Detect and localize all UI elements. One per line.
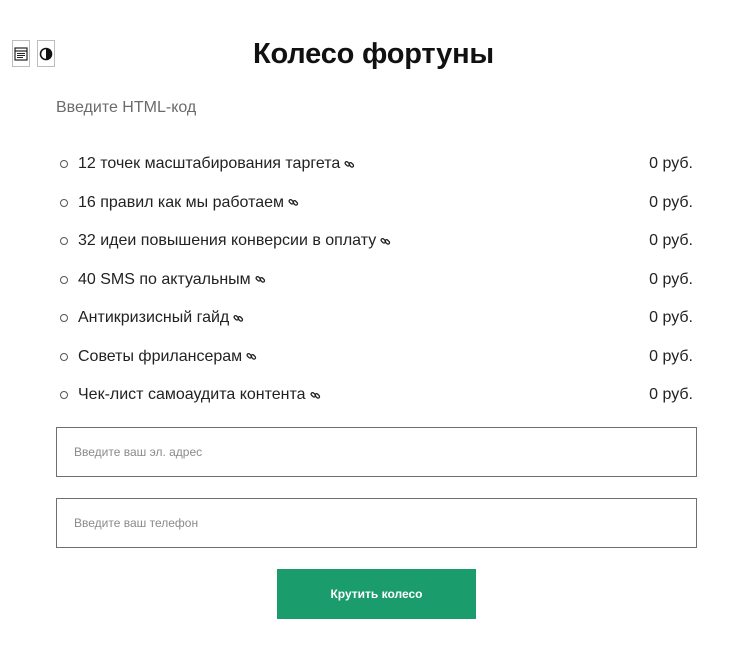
spin-wheel-button[interactable]: Крутить колесо [277,569,476,619]
product-name: 12 точек масштабирования таргета [78,155,341,173]
link-icon[interactable] [380,236,391,247]
product-name: Чек-лист самоаудита контента [78,386,306,404]
product-price: 0 руб. [649,155,693,173]
product-item[interactable]: 12 точек масштабирования таргета 0 руб. [56,145,696,184]
product-price: 0 руб. [649,386,693,404]
link-icon[interactable] [344,159,355,170]
product-radio[interactable] [60,237,68,246]
html-code-hint[interactable]: Введите HTML-код [56,99,196,117]
page-title: Колесо фортуны [253,38,494,70]
product-item[interactable]: 40 SMS по актуальным 0 руб. [56,261,696,300]
link-icon[interactable] [246,351,257,362]
link-icon[interactable] [288,197,299,208]
product-name: 16 правил как мы работаем [78,193,285,211]
product-item[interactable]: Советы фрилансерам 0 руб. [56,338,696,377]
link-icon[interactable] [309,390,321,401]
product-item[interactable]: 32 идеи повышения конверсии в оплату 0 р… [56,222,696,261]
product-list: 12 точек масштабирования таргета 0 руб. … [56,145,696,415]
product-radio[interactable] [60,352,68,361]
product-item[interactable]: Чек-лист самоаудита контента 0 руб. [56,376,696,415]
link-icon[interactable] [255,274,266,285]
product-item[interactable]: Антикризисный гайд 0 руб. [56,299,696,338]
product-item[interactable]: 16 правил как мы работаем 0 руб. [56,184,696,223]
product-radio[interactable] [60,275,68,284]
link-icon[interactable] [233,313,244,324]
product-radio[interactable] [60,391,68,400]
product-name: Советы фрилансерам [78,347,243,365]
phone-field[interactable] [56,498,697,548]
product-price: 0 руб. [649,232,693,250]
product-name: Антикризисный гайд [78,309,230,327]
product-radio[interactable] [60,160,68,169]
product-price: 0 руб. [649,193,693,211]
product-radio[interactable] [60,314,68,323]
product-price: 0 руб. [649,270,693,288]
product-price: 0 руб. [649,347,693,365]
product-name: 32 идеи повышения конверсии в оплату [78,232,377,250]
product-price: 0 руб. [649,309,693,327]
product-radio[interactable] [60,198,68,207]
product-name: 40 SMS по актуальным [78,270,251,288]
email-field[interactable] [56,427,697,477]
